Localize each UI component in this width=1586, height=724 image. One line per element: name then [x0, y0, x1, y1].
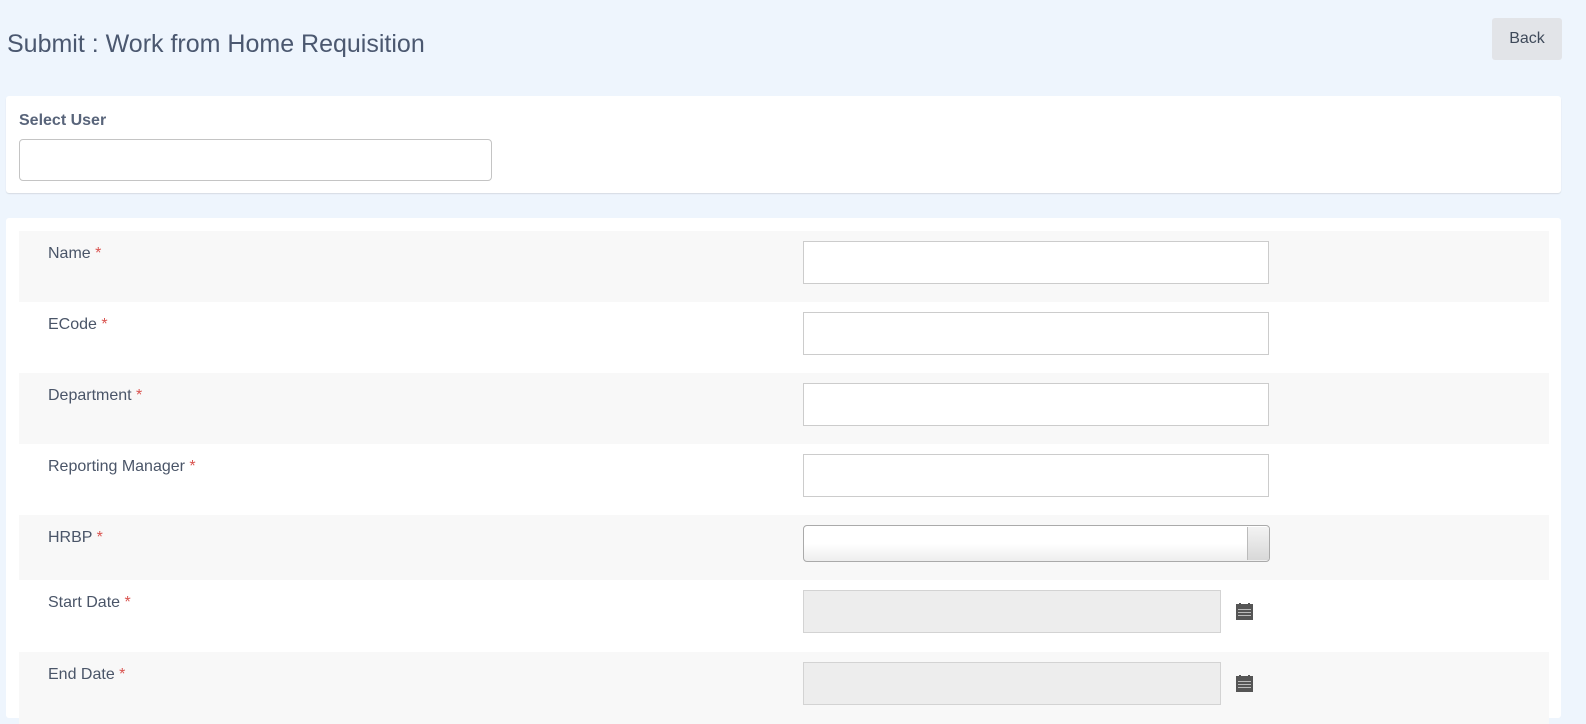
dropdown-arrow[interactable]: [1247, 527, 1269, 560]
field-label: Department: [48, 387, 132, 404]
form-row-department: Department *: [19, 373, 1549, 444]
reporting-manager-input[interactable]: [803, 454, 1269, 497]
field-label: ECode: [48, 316, 97, 333]
back-button[interactable]: Back: [1492, 18, 1562, 60]
field-label: Start Date: [48, 594, 121, 611]
calendar-icon[interactable]: [1236, 603, 1253, 620]
required-mark: *: [124, 594, 131, 611]
department-input[interactable]: [803, 383, 1269, 426]
required-mark: *: [96, 529, 103, 546]
requisition-form: Name * ECode * Department * Reporting Ma…: [6, 218, 1561, 724]
required-mark: *: [101, 316, 108, 333]
start-date-input[interactable]: [803, 590, 1221, 633]
required-mark: *: [95, 245, 102, 262]
end-date-input[interactable]: [803, 662, 1221, 705]
ecode-input[interactable]: [803, 312, 1269, 355]
form-row-reporting-manager: Reporting Manager *: [19, 444, 1549, 515]
form-row-end-date: End Date *: [19, 652, 1549, 724]
name-input[interactable]: [803, 241, 1269, 284]
form-row-hrbp: HRBP *: [19, 515, 1549, 580]
required-mark: *: [136, 387, 143, 404]
field-label: Reporting Manager: [48, 458, 185, 475]
hrbp-select[interactable]: [803, 525, 1270, 562]
form-row-name: Name *: [19, 231, 1549, 302]
required-mark: *: [189, 458, 196, 475]
field-label: End Date: [48, 666, 115, 683]
form-row-start-date: Start Date *: [19, 580, 1549, 652]
field-label: Name: [48, 245, 91, 262]
select-user-label: Select User: [19, 112, 107, 129]
calendar-icon[interactable]: [1236, 675, 1253, 692]
select-user-panel: Select User: [6, 96, 1561, 193]
required-mark: *: [119, 666, 126, 683]
select-user-input[interactable]: [19, 139, 492, 181]
field-label: HRBP: [48, 529, 93, 546]
form-row-ecode: ECode *: [19, 302, 1549, 373]
page-title: Submit : Work from Home Requisition: [7, 30, 425, 58]
